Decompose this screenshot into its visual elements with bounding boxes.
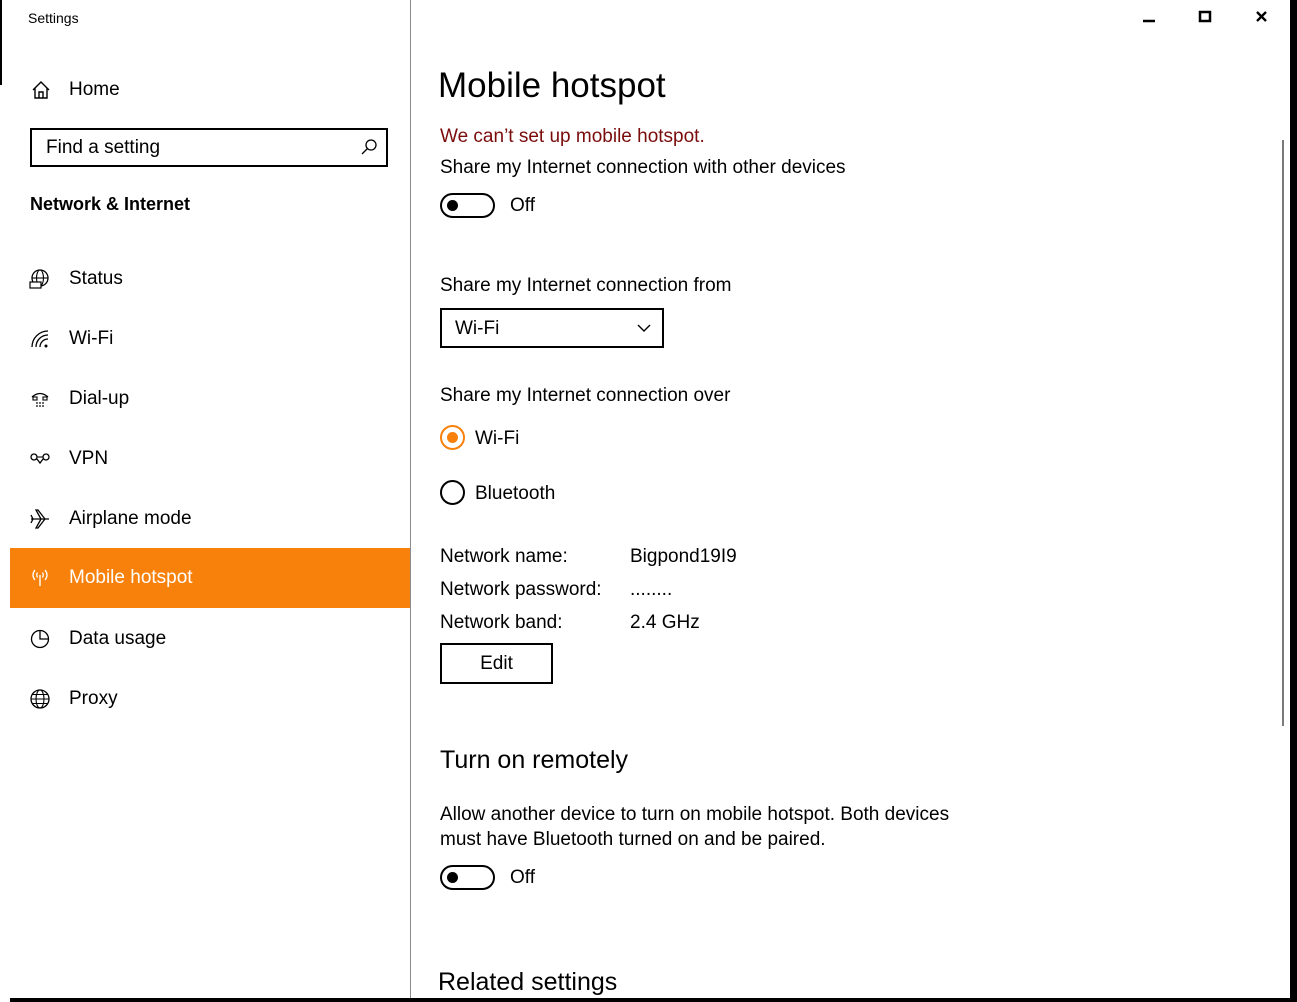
network-name-value: Bigpond19I9 xyxy=(630,546,737,567)
minimize-icon[interactable] xyxy=(1121,0,1177,36)
search-placeholder: Find a setting xyxy=(46,137,161,158)
sidebar: Settings Home Find a setting Network & I… xyxy=(10,0,411,998)
home-label: Home xyxy=(69,79,120,100)
share-toggle[interactable] xyxy=(440,193,495,218)
sidebar-item-airplane-mode[interactable]: Airplane mode xyxy=(10,489,410,549)
sidebar-item-status[interactable]: Status xyxy=(10,249,410,309)
sidebar-item-data-usage[interactable]: Data usage xyxy=(10,609,410,669)
radio-wifi-label[interactable]: Wi-Fi xyxy=(475,428,519,450)
share-label: Share my Internet connection with other … xyxy=(440,157,846,178)
hotspot-icon xyxy=(32,569,48,586)
toggle-knob xyxy=(447,200,458,211)
section-title: Network & Internet xyxy=(30,194,191,214)
related-settings-title: Related settings xyxy=(438,968,618,996)
airplane-icon xyxy=(30,509,49,529)
toggle-knob xyxy=(447,872,458,883)
scrollbar[interactable] xyxy=(1282,140,1284,726)
radio-bluetooth[interactable] xyxy=(440,480,465,505)
home-icon xyxy=(32,81,50,99)
vpn-icon xyxy=(30,453,50,465)
network-password-label: Network password: xyxy=(440,579,602,600)
sidebar-item-label: Status xyxy=(69,268,123,289)
sidebar-item-label: Wi-Fi xyxy=(69,328,114,349)
globe-monitor-icon xyxy=(29,269,49,289)
edit-button[interactable]: Edit xyxy=(440,643,553,684)
network-password-value: ........ xyxy=(630,579,673,600)
sidebar-item-mobile-hotspot[interactable]: Mobile hotspot xyxy=(10,548,410,608)
dropdown-value: Wi-Fi xyxy=(455,318,500,339)
settings-window: Settings Home Find a setting Network & I… xyxy=(10,0,1290,998)
window-left-edge xyxy=(0,0,10,1002)
sidebar-item-label: Dial-up xyxy=(69,388,130,409)
error-message: We can’t set up mobile hotspot. xyxy=(440,126,705,147)
sidebar-item-dialup[interactable]: Dial-up xyxy=(10,369,410,429)
sidebar-item-wifi[interactable]: Wi-Fi xyxy=(10,309,410,369)
radio-wifi[interactable] xyxy=(440,425,465,450)
network-name-label: Network name: xyxy=(440,546,568,567)
remote-toggle-state: Off xyxy=(510,867,535,888)
share-toggle-state: Off xyxy=(510,195,535,216)
close-icon[interactable] xyxy=(1233,0,1289,36)
network-band-value: 2.4 GHz xyxy=(630,612,700,633)
remote-toggle[interactable] xyxy=(440,865,495,890)
dialup-icon xyxy=(31,392,49,407)
page-title: Mobile hotspot xyxy=(438,66,666,105)
data-usage-icon xyxy=(30,629,50,649)
remote-description-line2: must have Bluetooth turned on and be pai… xyxy=(440,829,826,850)
over-label: Share my Internet connection over xyxy=(440,385,731,406)
remote-description-line1: Allow another device to turn on mobile h… xyxy=(440,804,950,825)
chevron-down-icon xyxy=(637,324,651,332)
sidebar-item-vpn[interactable]: VPN xyxy=(10,429,410,489)
proxy-globe-icon xyxy=(30,689,50,709)
sidebar-item-label: VPN xyxy=(69,448,109,469)
sidebar-item-label: Airplane mode xyxy=(69,508,192,529)
sidebar-item-label: Proxy xyxy=(69,688,118,709)
search-input[interactable]: Find a setting xyxy=(30,128,388,167)
sidebar-item-label: Mobile hotspot xyxy=(69,567,193,588)
radio-dot xyxy=(447,432,458,443)
wifi-icon xyxy=(31,330,49,348)
sidebar-item-proxy[interactable]: Proxy xyxy=(10,669,410,729)
radio-bluetooth-label[interactable]: Bluetooth xyxy=(475,483,555,505)
sidebar-item-label: Data usage xyxy=(69,628,167,649)
home-nav[interactable]: Home xyxy=(10,70,410,110)
from-label: Share my Internet connection from xyxy=(440,275,732,296)
main-content: Mobile hotspot We can’t set up mobile ho… xyxy=(411,0,1290,998)
network-band-label: Network band: xyxy=(440,612,563,633)
search-icon[interactable] xyxy=(360,138,378,156)
connection-from-dropdown[interactable]: Wi-Fi xyxy=(440,308,664,348)
remote-title: Turn on remotely xyxy=(440,746,629,774)
maximize-icon[interactable] xyxy=(1177,0,1233,36)
window-title: Settings xyxy=(28,10,79,26)
